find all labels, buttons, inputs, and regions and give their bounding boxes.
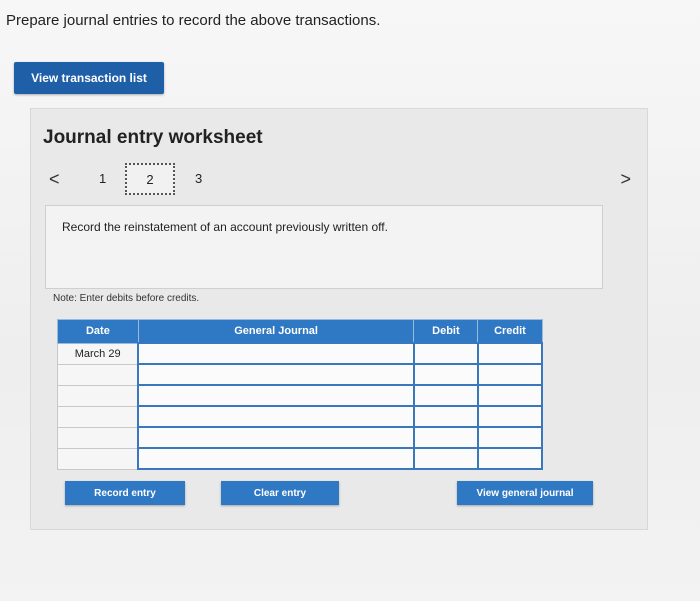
clear-entry-button[interactable]: Clear entry	[221, 481, 339, 505]
table-row: March 29	[57, 342, 544, 365]
journal-header-row: Date General Journal Debit Credit	[57, 319, 543, 344]
instruction-text: Prepare journal entries to record the ab…	[6, 12, 381, 29]
table-row	[57, 363, 544, 386]
debit-input[interactable]	[412, 405, 479, 428]
record-entry-button[interactable]: Record entry	[65, 481, 185, 505]
account-input[interactable]	[137, 447, 415, 470]
worksheet-title: Journal entry worksheet	[43, 127, 263, 148]
account-input[interactable]	[137, 342, 415, 365]
credit-input[interactable]	[476, 342, 544, 365]
table-row	[57, 405, 544, 428]
page-2-button-current[interactable]: 2	[125, 163, 175, 195]
table-row	[57, 426, 544, 449]
date-cell	[57, 447, 139, 470]
account-input[interactable]	[137, 384, 415, 407]
header-general-journal: General Journal	[137, 319, 415, 344]
date-cell	[57, 405, 139, 428]
debit-input[interactable]	[412, 342, 479, 365]
chevron-left-icon[interactable]: <	[49, 169, 60, 190]
account-input[interactable]	[137, 363, 415, 386]
debit-input[interactable]	[412, 384, 479, 407]
credit-input[interactable]	[476, 426, 544, 449]
date-cell: March 29	[57, 342, 139, 365]
journal-entry-worksheet: Journal entry worksheet < 1 2 3 > Record…	[30, 108, 648, 530]
record-instruction-text: Record the reinstatement of an account p…	[62, 220, 388, 234]
account-input[interactable]	[137, 405, 415, 428]
debit-input[interactable]	[412, 426, 479, 449]
header-debit: Debit	[413, 319, 479, 344]
view-transaction-list-button[interactable]: View transaction list	[14, 62, 164, 94]
table-row	[57, 384, 544, 407]
credit-input[interactable]	[476, 447, 544, 470]
credit-input[interactable]	[476, 405, 544, 428]
page: Prepare journal entries to record the ab…	[0, 0, 700, 601]
debit-input[interactable]	[412, 447, 479, 470]
record-instruction-box: Record the reinstatement of an account p…	[45, 205, 603, 289]
debit-input[interactable]	[412, 363, 479, 386]
page-3-button[interactable]: 3	[195, 171, 202, 186]
header-credit: Credit	[477, 319, 543, 344]
date-cell	[57, 426, 139, 449]
view-general-journal-button[interactable]: View general journal	[457, 481, 593, 505]
credit-input[interactable]	[476, 363, 544, 386]
date-cell	[57, 363, 139, 386]
date-cell	[57, 384, 139, 407]
worksheet-pager: < 1 2 3 >	[45, 161, 635, 201]
chevron-right-icon[interactable]: >	[620, 169, 631, 190]
journal-table: Date General Journal Debit Credit March …	[57, 319, 544, 470]
page-1-button[interactable]: 1	[99, 171, 106, 186]
account-input[interactable]	[137, 426, 415, 449]
table-row	[57, 447, 544, 470]
note-text: Note: Enter debits before credits.	[53, 293, 200, 304]
credit-input[interactable]	[476, 384, 544, 407]
header-date: Date	[57, 319, 139, 344]
